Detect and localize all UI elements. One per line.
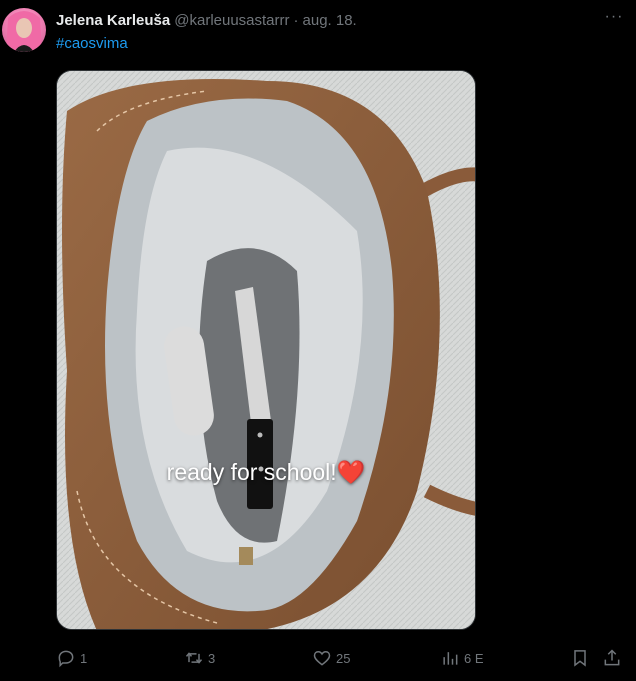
author-handle[interactable]: @karleuusastarrr	[174, 12, 289, 29]
share-icon	[604, 649, 620, 666]
views-count: 6 E	[464, 650, 484, 666]
more-button[interactable]: ···	[600, 8, 628, 30]
reply-button[interactable]: 1	[56, 646, 87, 670]
heart-icon	[313, 650, 331, 666]
bookmark-button[interactable]	[570, 646, 590, 670]
tweet-actions: 1 3 25 6 E	[56, 646, 636, 670]
retweet-count: 3	[208, 650, 216, 666]
media-caption: ready for school!❤️	[166, 459, 366, 485]
tweet-media[interactable]: ready for school!❤️	[56, 70, 476, 630]
reply-count: 1	[80, 650, 88, 666]
more-icon: ···	[604, 8, 624, 25]
tweet-header: Jelena Karleuša @karleuusastarrr · aug. …	[56, 9, 636, 31]
header-separator: ·	[293, 11, 299, 29]
views-chart-icon	[443, 652, 458, 665]
tweet: Jelena Karleuša @karleuusastarrr · aug. …	[0, 0, 636, 681]
bag-photo	[57, 71, 475, 629]
share-button[interactable]	[602, 646, 622, 670]
tweet-date[interactable]: aug. 18.	[303, 12, 357, 29]
avatar[interactable]	[2, 8, 46, 52]
like-count: 25	[336, 650, 351, 666]
retweet-button[interactable]: 3	[184, 646, 215, 670]
author-name[interactable]: Jelena Karleuša	[56, 12, 170, 29]
like-button[interactable]: 25	[312, 646, 350, 670]
bookmark-icon	[574, 650, 586, 667]
hashtag-link[interactable]: #caosvima	[56, 35, 128, 52]
reply-icon	[58, 650, 74, 668]
retweet-icon	[185, 652, 203, 664]
views-button[interactable]: 6 E	[440, 646, 484, 670]
